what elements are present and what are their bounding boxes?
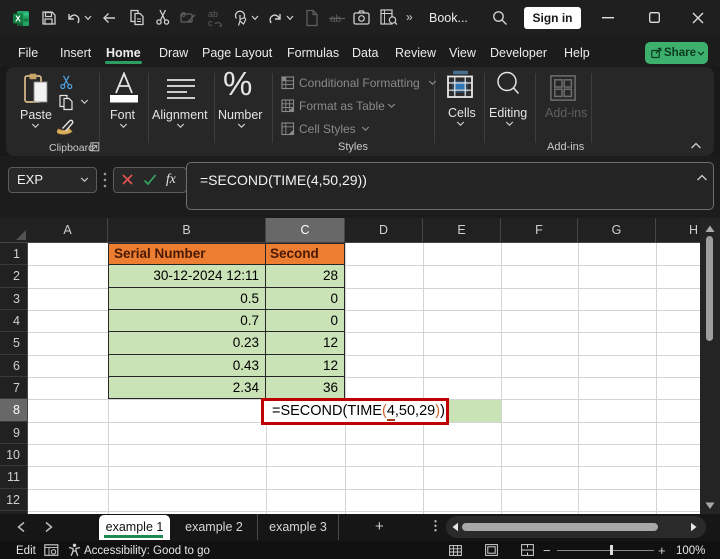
svg-text:X: X [15,13,21,23]
svg-text:c: c [208,18,213,27]
